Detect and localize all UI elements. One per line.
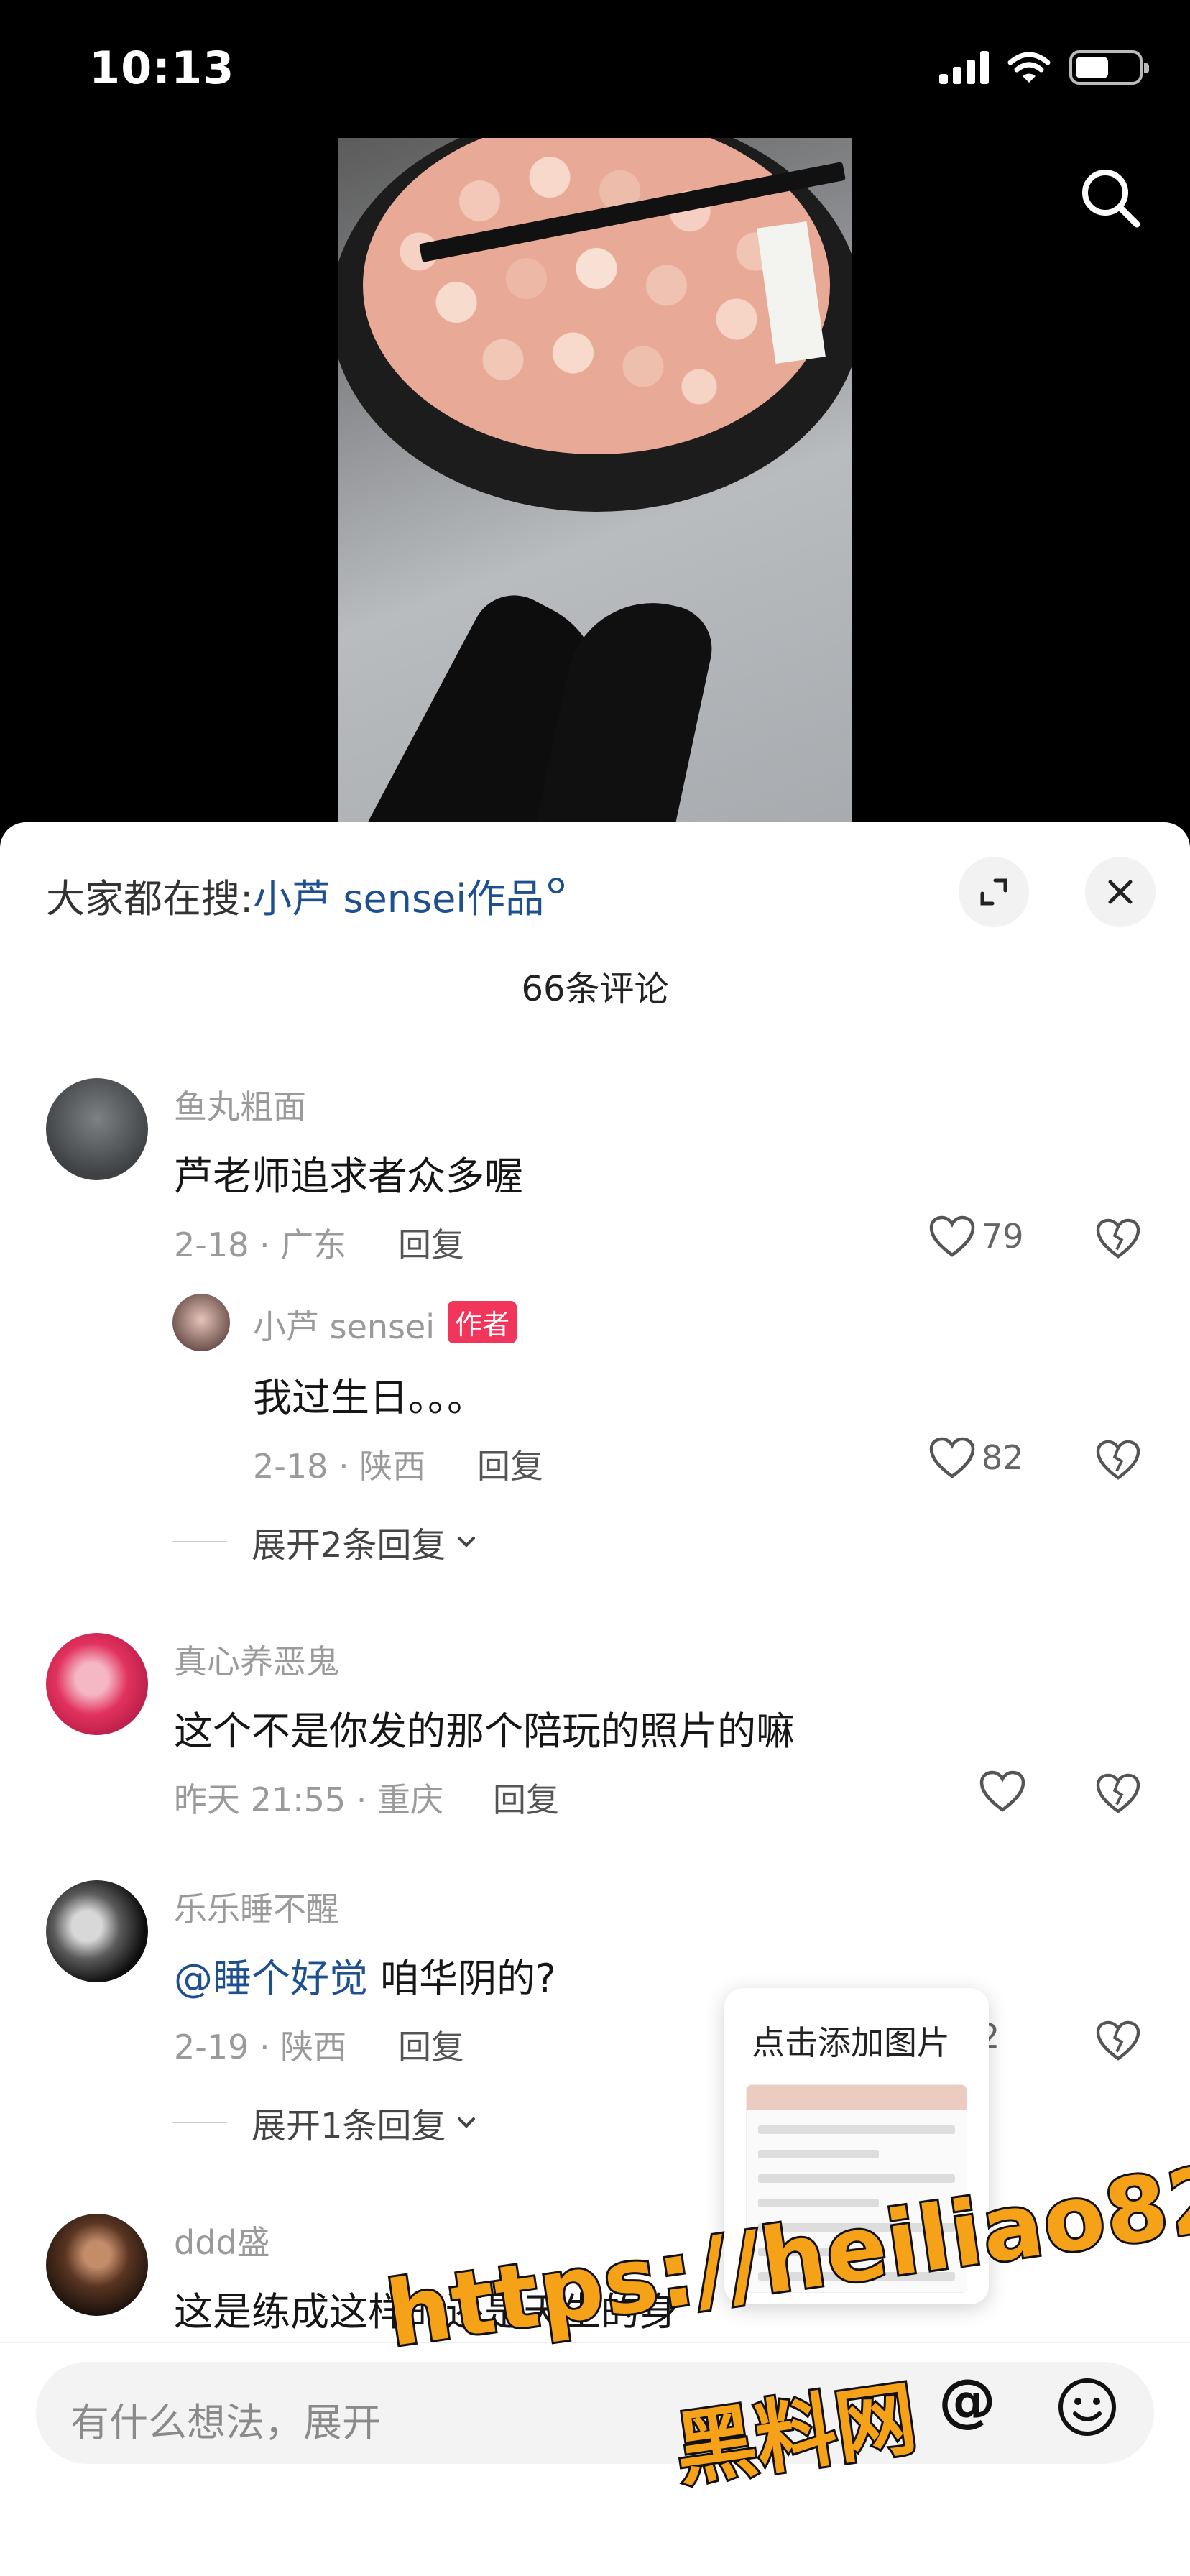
expand-replies-label: 展开2条回复 — [252, 1525, 446, 1565]
comment-author[interactable]: 真心养恶鬼 — [174, 1636, 339, 1683]
close-button[interactable] — [1085, 857, 1156, 927]
status-icons — [939, 50, 1149, 85]
broken-heart-icon — [1096, 1440, 1140, 1480]
comment-text: @睡个好觉 咱华阴的? — [174, 1946, 556, 2003]
comment-date-location: 昨天 21:55 · 重庆 — [174, 1780, 444, 1819]
expand-replies-button[interactable]: 展开2条回复 — [172, 1517, 481, 1567]
close-icon — [1108, 880, 1133, 904]
hot-search-prefix: 大家都在搜: — [46, 876, 254, 921]
heart-icon — [929, 1215, 975, 1257]
dislike-button[interactable] — [1095, 1772, 1141, 1817]
reply-text: 我过生日。。。 — [253, 1375, 486, 1420]
mention-button[interactable]: @ — [938, 2372, 996, 2429]
heart-icon — [979, 1770, 1025, 1812]
avatar[interactable] — [46, 1880, 148, 1982]
battery-icon — [1069, 50, 1149, 85]
expand-icon — [980, 878, 1007, 906]
dislike-button[interactable] — [1095, 1439, 1141, 1484]
comment-date-location: 2-19 · 陕西 — [174, 2028, 347, 2066]
add-image-popup[interactable]: 点击添加图片 — [724, 1988, 989, 2304]
comment-date-location: 2-18 · 广东 — [174, 1225, 347, 1264]
reply-button[interactable]: 回复 — [398, 1219, 464, 1266]
mention-link[interactable]: @睡个好觉 — [174, 1956, 368, 2001]
comment-body: 咱华阴的? — [380, 1956, 556, 2001]
emoji-button[interactable] — [1056, 2376, 1118, 2447]
avatar[interactable] — [46, 1078, 148, 1180]
author-avatar[interactable] — [172, 1294, 230, 1351]
chevron-down-icon — [457, 2117, 475, 2128]
video-player[interactable] — [338, 138, 852, 857]
status-bar: 10:13 — [0, 0, 1190, 137]
heart-icon — [929, 1437, 975, 1478]
small-search-icon — [548, 878, 565, 893]
expand-replies-label: 展开1条回复 — [252, 2106, 446, 2146]
cellular-signal-icon — [939, 51, 989, 84]
status-time: 10:13 — [89, 42, 235, 94]
comment-author[interactable]: 乐乐睡不醒 — [174, 1883, 339, 1931]
add-image-label: 点击添加图片 — [752, 2023, 950, 2062]
comment-text: 芦老师追求者众多喔 — [174, 1154, 523, 1199]
like-button[interactable]: 82 — [928, 1436, 1024, 1479]
reply-author[interactable]: 小芦 sensei 作者 — [253, 1301, 517, 1348]
avatar[interactable] — [46, 2214, 148, 2316]
wifi-icon — [1007, 52, 1051, 83]
comment-input-placeholder: 有什么想法，展开 — [70, 2400, 381, 2445]
like-count: 82 — [982, 1438, 1024, 1477]
comment-text: 这是练成这样的还是天生的身 — [174, 2289, 678, 2334]
broken-heart-icon — [1096, 1218, 1140, 1259]
broken-heart-icon — [1096, 1773, 1140, 1813]
expand-button[interactable] — [959, 857, 1029, 927]
comment-author[interactable]: 鱼丸粗面 — [174, 1081, 306, 1128]
expand-replies-button[interactable]: 展开1条回复 — [172, 2097, 481, 2148]
avatar[interactable] — [46, 1633, 148, 1735]
comment-count: 66条评论 — [521, 969, 669, 1009]
divider — [172, 1541, 227, 1542]
like-count: 79 — [982, 1217, 1024, 1256]
like-button[interactable] — [979, 1770, 1032, 1813]
author-badge: 作者 — [448, 1301, 517, 1343]
divider — [172, 2122, 227, 2123]
dislike-button[interactable] — [1095, 2020, 1141, 2064]
reply-button[interactable]: 回复 — [398, 2021, 464, 2069]
dislike-button[interactable] — [1095, 1218, 1141, 1262]
like-button[interactable]: 79 — [928, 1215, 1024, 1258]
reply-button[interactable]: 回复 — [493, 1774, 559, 1821]
comment-input-bar: 有什么想法，展开 @ — [0, 2342, 1190, 2576]
search-button[interactable] — [1076, 164, 1143, 230]
screenshot-thumbnail[interactable] — [746, 2084, 967, 2293]
hot-search-term[interactable]: 小芦 sensei作品 — [253, 876, 544, 921]
search-icon — [1082, 170, 1140, 228]
comment-author[interactable]: ddd盛 — [174, 2217, 270, 2264]
broken-heart-icon — [1096, 2020, 1140, 2061]
comment-text: 这个不是你发的那个陪玩的照片的嘛 — [174, 1708, 795, 1754]
hot-search-bar[interactable]: 大家都在搜:小芦 sensei作品 — [46, 867, 565, 924]
chevron-down-icon — [457, 1537, 475, 1547]
emoji-icon — [1058, 2378, 1116, 2436]
reply-date-location: 2-18 · 陕西 — [253, 1447, 426, 1486]
reply-button[interactable]: 回复 — [477, 1440, 543, 1488]
